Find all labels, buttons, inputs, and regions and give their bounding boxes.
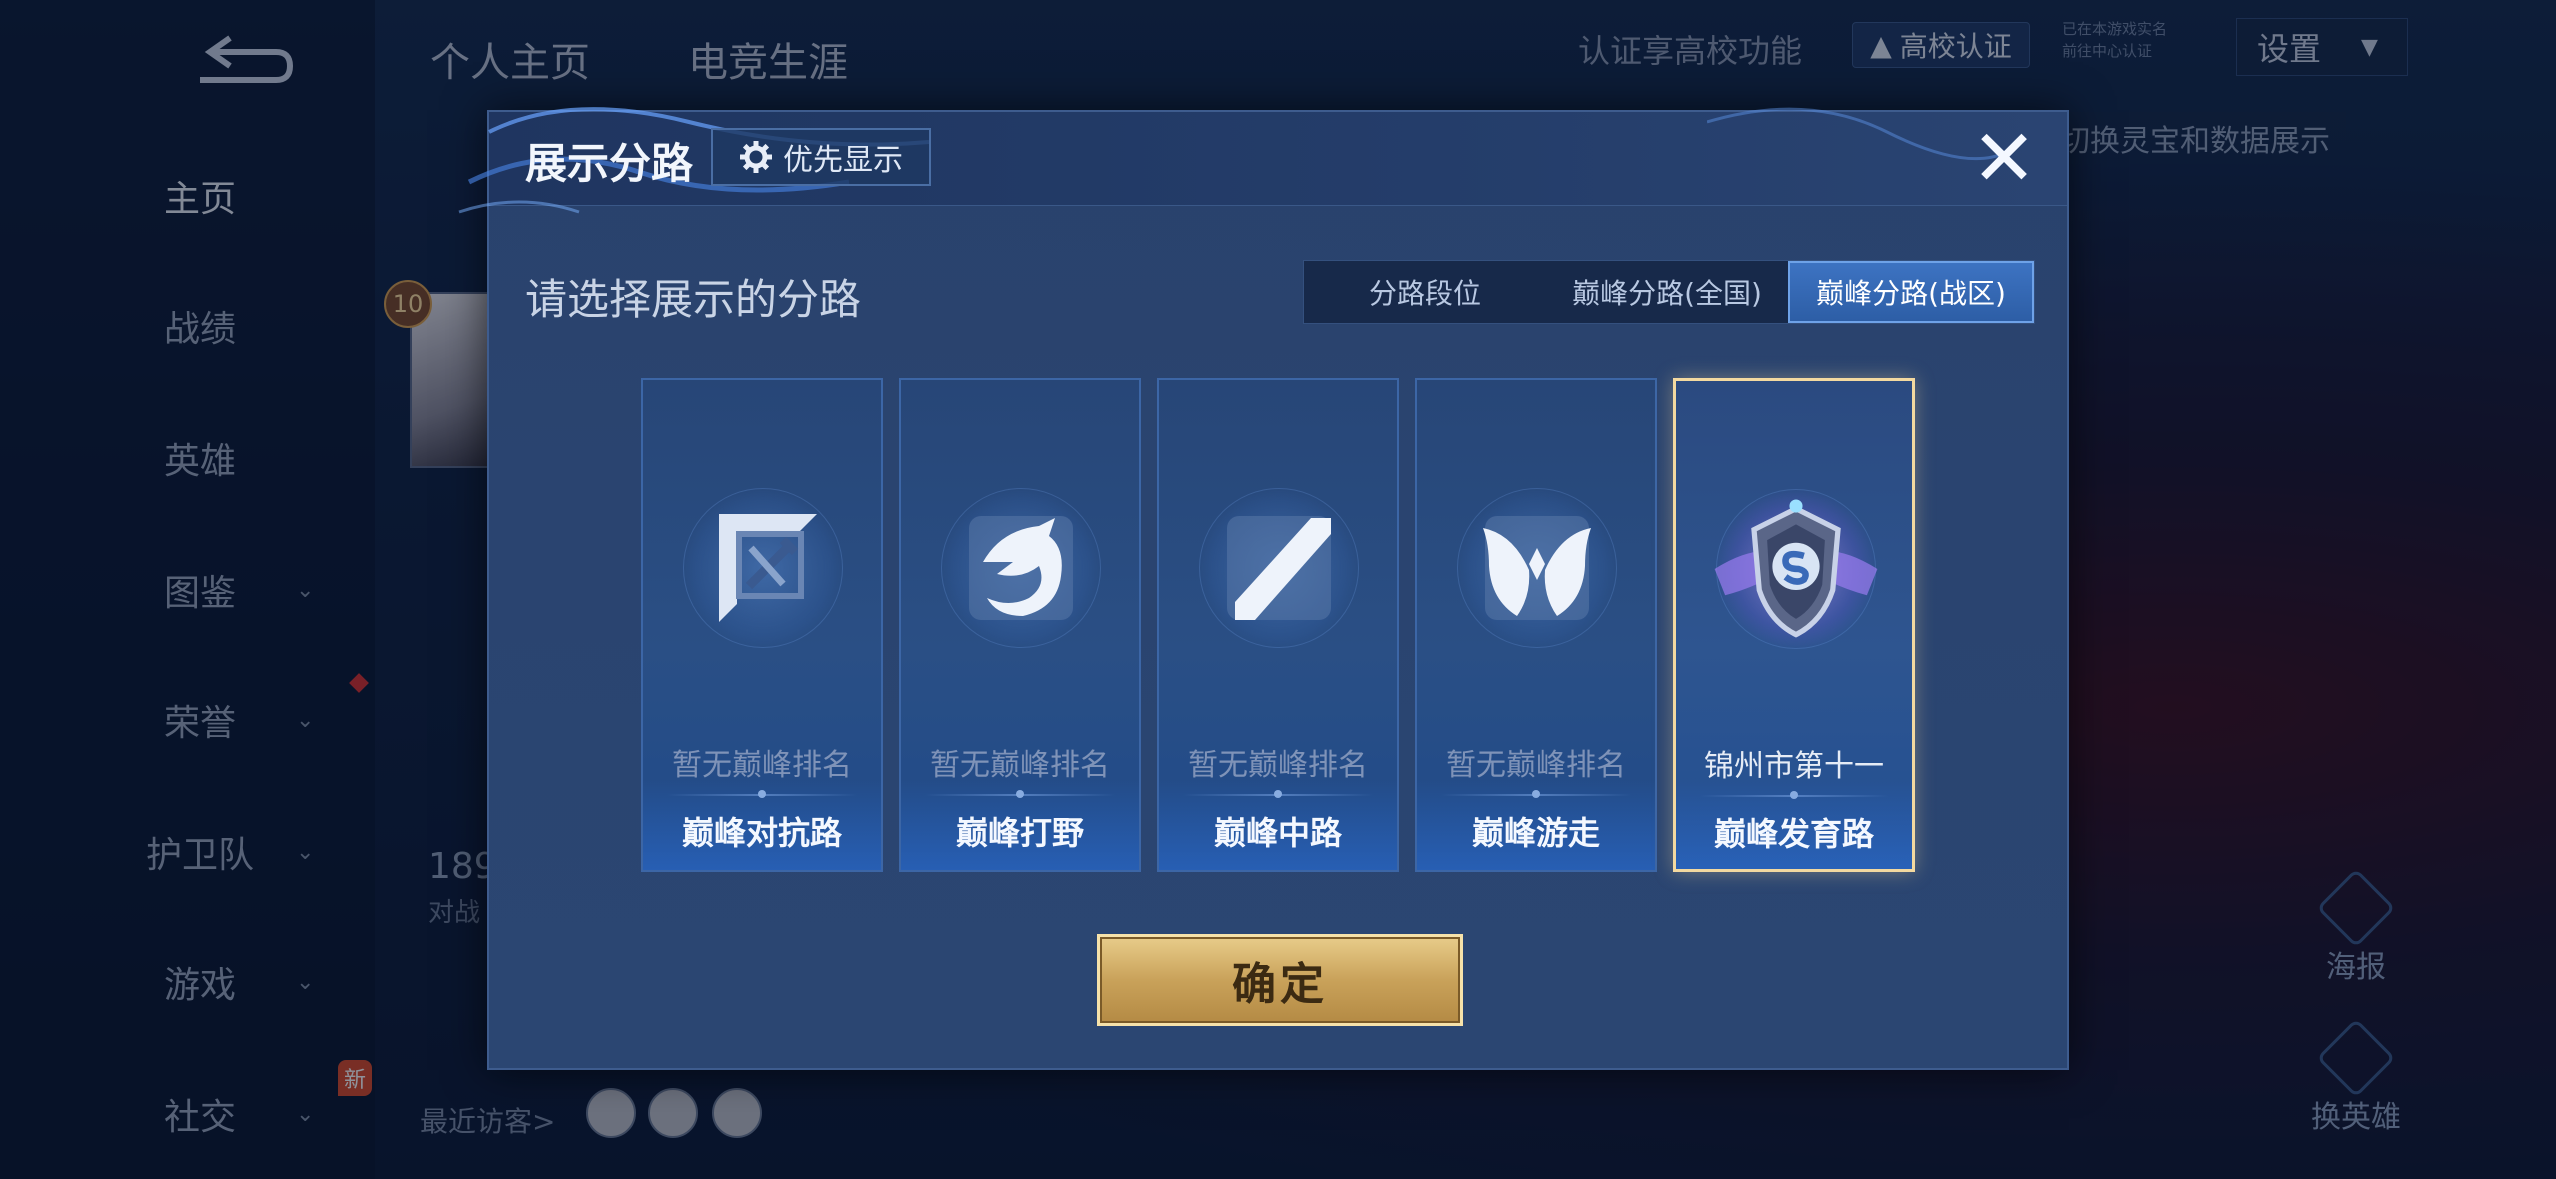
shield-badge-icon [1714,499,1878,638]
card-lane-name: 巅峰对抗路 [681,814,842,852]
lane-display-dialog: 展示分路 优先显示 ✕ 请选择展示的分路 分路段位 巅峰分路(全国) 巅峰分路(… [458,107,2069,1070]
card-lane-name: 巅峰中路 [1213,814,1342,852]
close-icon[interactable]: ✕ [1969,120,2039,198]
card-lane-name: 巅峰打野 [955,814,1084,852]
lane-card-top[interactable]: 暂无巅峰排名 巅峰对抗路 [641,378,883,872]
card-rank: 锦州市第十一 [1704,749,1884,784]
tab-lane-rank[interactable]: 分路段位 [1304,261,1546,323]
dialog-title: 展示分路 [525,139,694,188]
dragon-icon [969,516,1073,620]
confirm-button[interactable]: 确定 [1097,934,1463,1026]
lane-card-adc[interactable]: 锦州市第十一 巅峰发育路 [1673,378,1915,872]
card-divider [1700,791,1888,799]
gear-icon [740,141,772,173]
section-title: 请选择展示的分路 [525,275,862,324]
lane-card-support[interactable]: 暂无巅峰排名 巅峰游走 [1415,378,1657,872]
sword-icon [719,514,817,622]
card-divider [925,790,1115,798]
tab-peak-national[interactable]: 巅峰分路(全国) [1546,261,1788,323]
game-screen: 主页 战绩 英雄 图鉴 ⌄ 荣誉 ⌄ 护卫队 ⌄ 游戏 ⌄ 社交 ⌄ 新 个人主页 电竞生… [0,0,2556,1179]
lane-tabs: 分路段位 巅峰分路(全国) 巅峰分路(战区) [1303,260,2035,324]
card-divider [667,790,857,798]
staff-icon [1227,516,1331,620]
card-rank: 暂无巅峰排名 [672,748,852,783]
card-lane-name: 巅峰游走 [1471,814,1600,852]
card-divider [1441,790,1631,798]
card-rank: 暂无巅峰排名 [1188,748,1368,783]
card-rank: 暂无巅峰排名 [1446,748,1626,783]
priority-display-button[interactable]: 优先显示 [711,128,931,186]
wings-icon [1483,516,1591,620]
lane-card-jungle[interactable]: 暂无巅峰排名 巅峰打野 [899,378,1141,872]
card-lane-name: 巅峰发育路 [1713,815,1874,853]
card-divider [1183,790,1373,798]
lane-card-mid[interactable]: 暂无巅峰排名 巅峰中路 [1157,378,1399,872]
lane-card-list: 暂无巅峰排名 巅峰对抗路 暂无巅峰排名 巅峰打野 暂无巅峰排名 巅峰中路 暂无巅… [641,378,1915,872]
card-rank: 暂无巅峰排名 [930,748,1110,783]
tab-peak-region[interactable]: 巅峰分路(战区) [1788,261,2034,323]
